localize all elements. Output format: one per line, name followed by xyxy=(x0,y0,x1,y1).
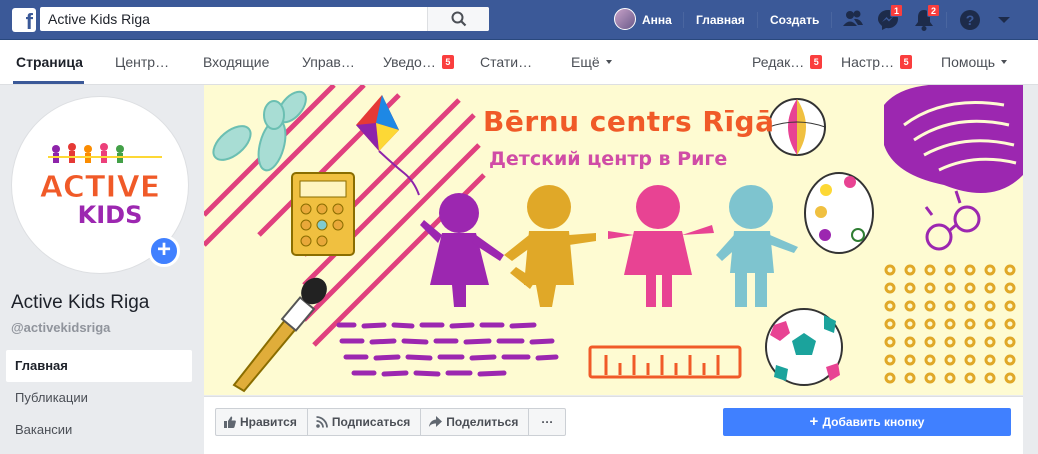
share-arrow-icon xyxy=(429,416,443,427)
search-input[interactable] xyxy=(40,7,442,31)
logo-word-active: ACTIVE xyxy=(40,170,161,205)
tab-settings[interactable]: Настр… 5 xyxy=(841,40,913,85)
divider xyxy=(831,12,832,28)
like-label: Нравится xyxy=(240,415,297,429)
tab-insights[interactable]: Стати… xyxy=(480,40,532,85)
sidebar-item-jobs[interactable]: Вакансии xyxy=(6,414,192,446)
plus-icon: + xyxy=(156,236,171,263)
rss-icon xyxy=(316,416,328,428)
user-avatar[interactable] xyxy=(614,8,636,30)
tab-label: Стати… xyxy=(480,54,533,70)
add-button-button[interactable]: + Добавить кнопку xyxy=(723,408,1011,436)
help-button[interactable]: ? xyxy=(958,0,982,40)
thumbs-up-icon xyxy=(224,416,236,428)
share-label: Поделиться xyxy=(446,415,519,429)
search-icon xyxy=(451,11,467,27)
tab-badge: 5 xyxy=(900,55,913,69)
friend-requests-button[interactable] xyxy=(842,0,864,40)
follow-button[interactable]: Подписаться xyxy=(308,409,422,435)
tab-inbox[interactable]: Входящие xyxy=(203,40,269,85)
logo-word-kids: KIDS xyxy=(78,201,143,229)
tab-more[interactable]: Ещё xyxy=(571,40,612,85)
divider xyxy=(946,12,947,28)
cover-subtitle-text: Детский центр в Риге xyxy=(489,148,728,170)
like-button[interactable]: Нравится xyxy=(216,409,308,435)
tab-page[interactable]: Страница xyxy=(16,40,83,85)
more-options-button[interactable]: ··· xyxy=(529,409,565,435)
search-box xyxy=(40,7,489,31)
tab-label: Страница xyxy=(16,54,83,70)
divider xyxy=(757,12,758,28)
tab-creator-studio[interactable]: Центр… xyxy=(115,40,169,85)
tab-help[interactable]: Помощь xyxy=(941,40,1008,85)
top-navigation-bar: f Анна Главная Создать 1 2 ? xyxy=(0,0,1038,40)
follow-label: Подписаться xyxy=(331,415,411,429)
page-tabs-bar: Страница Центр… Входящие Управ… Уведо… 5 … xyxy=(0,40,1038,85)
sidebar-item-home[interactable]: Главная xyxy=(6,350,192,382)
tab-notifications[interactable]: Уведо… 5 xyxy=(383,40,454,85)
create-link[interactable]: Создать xyxy=(770,0,819,40)
tab-label: Ещё xyxy=(571,54,600,70)
sidebar-navigation: Главная Публикации Вакансии xyxy=(6,350,192,446)
tab-label: Уведо… xyxy=(383,54,436,70)
search-button[interactable] xyxy=(427,7,489,31)
page-actions-group: Нравится Подписаться Поделиться ··· xyxy=(215,408,567,436)
more-dots-icon: ··· xyxy=(541,415,554,429)
tab-label: Редак… xyxy=(752,54,805,70)
home-link[interactable]: Главная xyxy=(696,0,745,40)
plus-icon: + xyxy=(809,413,823,430)
tab-label: Управ… xyxy=(302,54,355,70)
tab-label: Помощь xyxy=(941,54,996,70)
account-menu-button[interactable] xyxy=(994,0,1014,40)
tab-badge: 5 xyxy=(441,55,454,69)
cover-photo[interactable]: Bērnu centrs Rīgā Детский центр в Риге xyxy=(204,85,1023,395)
friends-icon xyxy=(843,10,863,26)
notifications-button[interactable]: 2 xyxy=(913,0,941,40)
add-button-label: Добавить кнопку xyxy=(822,415,925,429)
tab-label: Центр… xyxy=(115,54,170,70)
caret-down-icon xyxy=(605,60,612,64)
tab-label: Настр… xyxy=(841,54,895,70)
tab-edit[interactable]: Редак… 5 xyxy=(752,40,823,85)
page-action-bar: Нравится Подписаться Поделиться ··· + До… xyxy=(204,396,1023,454)
messenger-button[interactable]: 1 xyxy=(877,0,904,40)
profile-link[interactable]: Анна xyxy=(642,0,672,40)
sidebar-item-posts[interactable]: Публикации xyxy=(6,382,192,414)
facebook-logo-icon[interactable]: f xyxy=(12,8,36,32)
messenger-count-badge: 1 xyxy=(890,4,904,17)
page-username[interactable]: @activekidsriga xyxy=(11,320,110,335)
divider xyxy=(683,12,684,28)
tab-manage[interactable]: Управ… xyxy=(302,40,355,85)
share-button[interactable]: Поделиться xyxy=(421,409,530,435)
caret-down-icon xyxy=(998,17,1010,23)
notifications-count-badge: 2 xyxy=(927,4,941,17)
page-title: Active Kids Riga xyxy=(11,292,150,313)
tab-badge: 5 xyxy=(810,55,823,69)
update-profile-picture-button[interactable]: + xyxy=(148,235,180,267)
caret-down-icon xyxy=(1001,60,1008,64)
svg-text:?: ? xyxy=(966,12,975,28)
help-icon: ? xyxy=(960,10,980,30)
active-tab-indicator xyxy=(13,81,84,84)
tab-label: Входящие xyxy=(203,54,270,70)
cover-title-text: Bērnu centrs Rīgā xyxy=(483,105,775,138)
